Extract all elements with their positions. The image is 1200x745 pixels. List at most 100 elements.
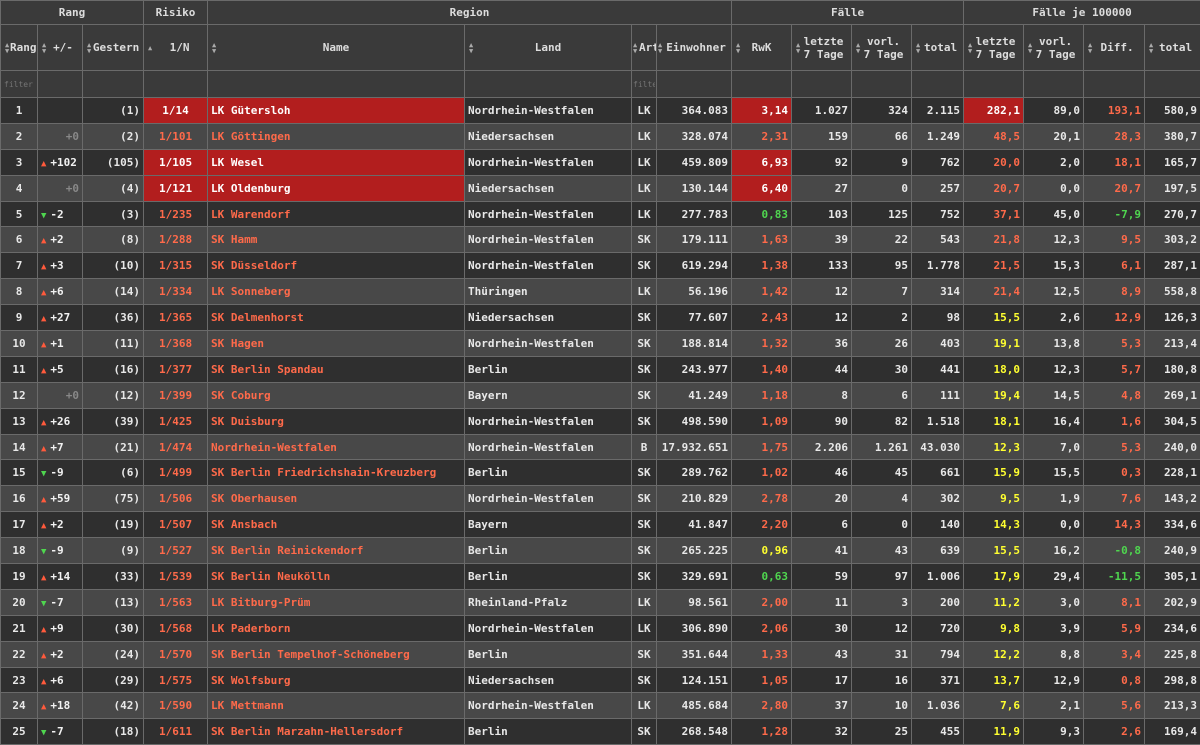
table-row[interactable]: 13▲+26(39)1/425SK DuisburgNordrhein-West…	[1, 408, 1200, 434]
cases-last7-cell: 44	[792, 356, 852, 382]
col-name[interactable]: ▲▼Name	[208, 25, 465, 71]
per100k-diff-cell: 3,4	[1084, 641, 1145, 667]
sort-icon: ▲▼	[736, 42, 740, 54]
risk-cell: 1/474	[144, 434, 208, 460]
type-cell: SK	[632, 512, 657, 538]
art-filter-input[interactable]	[633, 77, 655, 91]
yesterday-rank-cell: (8)	[83, 227, 144, 253]
cases-total-cell: 302	[912, 486, 964, 512]
change-cell: ▲+59	[38, 486, 83, 512]
table-row[interactable]: 12+0(12)1/399SK CoburgBayernSK41.2491,18…	[1, 382, 1200, 408]
rwk-cell: 6,40	[732, 175, 792, 201]
cases-last7-cell: 1.027	[792, 98, 852, 124]
region-name-cell: SK Berlin Neukölln	[208, 564, 465, 590]
table-row[interactable]: 24▲+18(42)1/590LK MettmannNordrhein-West…	[1, 693, 1200, 719]
cases-last7-cell: 92	[792, 149, 852, 175]
per100k-diff-cell: 0,3	[1084, 460, 1145, 486]
population-cell: 179.111	[657, 227, 732, 253]
table-row[interactable]: 14▲+7(21)1/474Nordrhein-WestfalenNordrhe…	[1, 434, 1200, 460]
change-cell: ▲+6	[38, 667, 83, 693]
col-letzte-7[interactable]: ▲▼letzte7 Tage	[792, 25, 852, 71]
type-cell: SK	[632, 382, 657, 408]
table-row[interactable]: 16▲+59(75)1/506SK OberhausenNordrhein-We…	[1, 486, 1200, 512]
state-cell: Berlin	[465, 719, 632, 745]
table-row[interactable]: 19▲+14(33)1/539SK Berlin NeuköllnBerlinS…	[1, 564, 1200, 590]
table-row[interactable]: 15▼-9(6)1/499SK Berlin Friedrichshain-Kr…	[1, 460, 1200, 486]
population-cell: 329.691	[657, 564, 732, 590]
cases-total-cell: 543	[912, 227, 964, 253]
table-row[interactable]: 8▲+6(14)1/334LK SonnebergThüringenLK56.1…	[1, 279, 1200, 305]
col-pm[interactable]: ▲▼+/-	[38, 25, 83, 71]
table-row[interactable]: 9▲+27(36)1/365SK DelmenhorstNiedersachse…	[1, 305, 1200, 331]
table-row[interactable]: 10▲+1(11)1/368SK HagenNordrhein-Westfale…	[1, 331, 1200, 357]
col-gestern[interactable]: ▲▼Gestern	[83, 25, 144, 71]
col-rwk[interactable]: ▲▼RwK	[732, 25, 792, 71]
col-100k-vorl-7[interactable]: ▲▼vorl.7 Tage	[1024, 25, 1084, 71]
rank-cell: 5	[1, 201, 38, 227]
table-row[interactable]: 11▲+5(16)1/377SK Berlin SpandauBerlinSK2…	[1, 356, 1200, 382]
cases-total-cell: 98	[912, 305, 964, 331]
per100k-prev7-cell: 2,0	[1024, 149, 1084, 175]
col-vorl-7[interactable]: ▲▼vorl.7 Tage	[852, 25, 912, 71]
table-row[interactable]: 2+0(2)1/101LK GöttingenNiedersachsenLK32…	[1, 123, 1200, 149]
per100k-prev7-cell: 8,8	[1024, 641, 1084, 667]
type-cell: LK	[632, 693, 657, 719]
rwk-cell: 1,42	[732, 279, 792, 305]
risk-cell: 1/425	[144, 408, 208, 434]
col-art[interactable]: ▲▼Art	[632, 25, 657, 71]
sort-icon: ▲▼	[5, 42, 9, 54]
rwk-cell: 1,33	[732, 641, 792, 667]
type-cell: LK	[632, 98, 657, 124]
table-row[interactable]: 5▼-2(3)1/235LK WarendorfNordrhein-Westfa…	[1, 201, 1200, 227]
risk-cell: 1/315	[144, 253, 208, 279]
arrow-up-icon: ▲	[41, 159, 46, 169]
col-einwohner[interactable]: ▲▼Einwohner	[657, 25, 732, 71]
change-cell: ▼-7	[38, 719, 83, 745]
col-total[interactable]: ▲▼total	[912, 25, 964, 71]
arrow-up-icon: ▲	[41, 651, 46, 661]
table-row[interactable]: 23▲+6(29)1/575SK WolfsburgNiedersachsenS…	[1, 667, 1200, 693]
col-100k-letzte-7[interactable]: ▲▼letzte7 Tage	[964, 25, 1024, 71]
change-value: +14	[50, 570, 70, 583]
filter-cell-empty	[1145, 71, 1200, 98]
yesterday-rank-cell: (36)	[83, 305, 144, 331]
table-row[interactable]: 20▼-7(13)1/563LK Bitburg-PrümRheinland-P…	[1, 589, 1200, 615]
risk-cell: 1/105	[144, 149, 208, 175]
rwk-cell: 2,80	[732, 693, 792, 719]
arrow-up-icon: ▲	[41, 521, 46, 531]
change-cell: ▲ +14	[38, 564, 83, 590]
population-cell: 289.762	[657, 460, 732, 486]
cases-last7-cell: 17	[792, 667, 852, 693]
arrow-up-icon: ▲	[41, 495, 46, 505]
col-100k-total[interactable]: ▲▼total	[1145, 25, 1200, 71]
col-land[interactable]: ▲▼Land	[465, 25, 632, 71]
per100k-prev7-cell: 12,3	[1024, 356, 1084, 382]
per100k-diff-cell: 5,3	[1084, 331, 1145, 357]
col-diff[interactable]: ▲▼Diff.	[1084, 25, 1145, 71]
col-risiko[interactable]: ▲1/N	[144, 25, 208, 71]
rang-filter-input[interactable]	[4, 77, 34, 91]
table-row[interactable]: 22▲+2(24)1/570SK Berlin Tempelhof-Schöne…	[1, 641, 1200, 667]
per100k-last7-cell: 15,5	[964, 538, 1024, 564]
table-row[interactable]: 3▲+102(105)1/105LK WeselNordrhein-Westfa…	[1, 149, 1200, 175]
table-row[interactable]: 1(1)1/14LK GüterslohNordrhein-WestfalenL…	[1, 98, 1200, 124]
change-value: -2	[50, 208, 63, 221]
col-rang[interactable]: ▲▼Rang	[1, 25, 38, 71]
table-row[interactable]: 4+0(4)1/121LK OldenburgNiedersachsenLK13…	[1, 175, 1200, 201]
table-row[interactable]: 7▲+3(10)1/315SK DüsseldorfNordrhein-West…	[1, 253, 1200, 279]
table-row[interactable]: 25▼-7(18)1/611SK Berlin Marzahn-Hellersd…	[1, 719, 1200, 745]
rank-cell: 19	[1, 564, 38, 590]
per100k-diff-cell: 5,9	[1084, 615, 1145, 641]
table-row[interactable]: 6▲+2(8)1/288SK HammNordrhein-WestfalenSK…	[1, 227, 1200, 253]
per100k-diff-cell: 5,3	[1084, 434, 1145, 460]
cases-last7-cell: 2.206	[792, 434, 852, 460]
group-risiko: Risiko	[144, 1, 208, 25]
state-cell: Berlin	[465, 460, 632, 486]
table-row[interactable]: 18▼-9(9)1/527SK Berlin ReinickendorfBerl…	[1, 538, 1200, 564]
table-row[interactable]: 21▲+9(30)1/568LK PaderbornNordrhein-West…	[1, 615, 1200, 641]
table-row[interactable]: 17▲+2(19)1/507SK AnsbachBayernSK41.8472,…	[1, 512, 1200, 538]
arrow-up-icon: ▲	[41, 573, 46, 583]
risk-cell: 1/368	[144, 331, 208, 357]
cases-total-cell: 43.030	[912, 434, 964, 460]
change-cell: ▲+102	[38, 149, 83, 175]
